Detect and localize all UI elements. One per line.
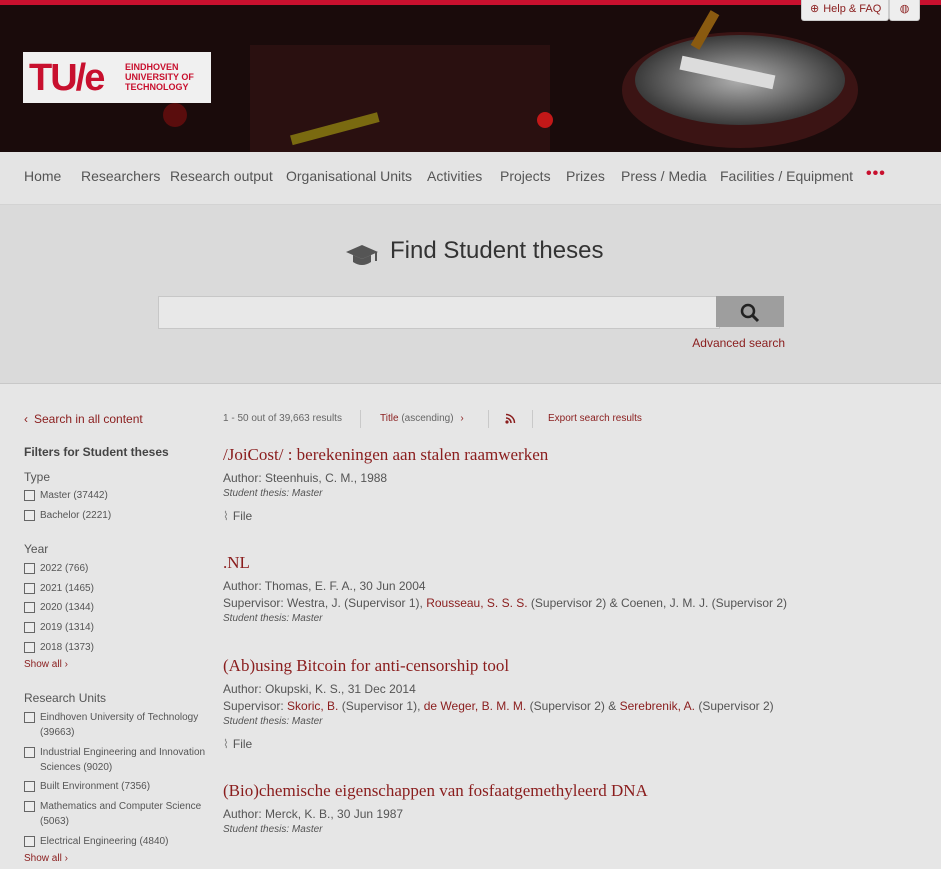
checkbox[interactable] xyxy=(24,712,35,723)
page-title: Find Student theses xyxy=(390,237,604,264)
result-author: Author: Okupski, K. S., 31 Dec 2014 xyxy=(223,682,416,696)
year-show-all-link[interactable]: Show all › xyxy=(24,659,68,670)
nav-press-media[interactable]: Press / Media xyxy=(621,168,707,184)
filter-checkbox[interactable]: 2022 (766) xyxy=(24,561,214,576)
file-link[interactable]: ⌇ File xyxy=(223,737,923,751)
filter-checkbox[interactable]: Master (37442) xyxy=(24,488,214,503)
supervisor-link[interactable]: de Weger, B. M. M. xyxy=(424,699,526,713)
supervisor-link[interactable]: Skoric, B. xyxy=(287,699,338,713)
language-globe-button[interactable]: ◍ xyxy=(889,0,920,21)
help-faq-button[interactable]: ⊕ Help & FAQ xyxy=(801,0,889,21)
nav-projects[interactable]: Projects xyxy=(500,168,551,184)
checkbox[interactable] xyxy=(24,781,35,792)
file-link[interactable]: ⌇ File xyxy=(223,509,923,523)
lifebuoy-icon: ⊕ xyxy=(810,3,820,15)
units-show-all-link[interactable]: Show all › xyxy=(24,853,68,864)
chevron-right-icon: › xyxy=(460,413,464,424)
result-title-link[interactable]: /JoiCost/ : berekeningen aan stalen raam… xyxy=(223,445,923,465)
checkbox[interactable] xyxy=(24,642,35,653)
filter-checkbox[interactable]: Industrial Engineering and Innovation Sc… xyxy=(24,745,214,775)
filter-checkbox[interactable]: 2021 (1465) xyxy=(24,581,214,596)
rss-icon[interactable] xyxy=(505,413,516,427)
filter-checkbox[interactable]: Mathematics and Computer Science (5063) xyxy=(24,799,214,829)
filter-group-research-units: Research Units xyxy=(24,691,107,705)
search-icon xyxy=(740,303,760,323)
checkbox[interactable] xyxy=(24,563,35,574)
filter-checkbox[interactable]: Bachelor (2221) xyxy=(24,508,214,523)
result-type: Student thesis: Master xyxy=(223,824,323,835)
checkbox[interactable] xyxy=(24,622,35,633)
filter-checkbox[interactable]: Electrical Engineering (4840) xyxy=(24,834,214,849)
checkbox[interactable] xyxy=(24,801,35,812)
result-title-link[interactable]: (Bio)chemische eigenschappen van fosfaat… xyxy=(223,781,923,801)
result-author: Author: Steenhuis, C. M., 1988 xyxy=(223,471,388,485)
graduation-cap-icon xyxy=(346,245,378,265)
result-type: Student thesis: Master xyxy=(223,716,323,727)
search-button[interactable] xyxy=(716,296,784,327)
filter-checkbox[interactable]: 2018 (1373) xyxy=(24,640,214,655)
nav-research-output[interactable]: Research output xyxy=(170,168,273,184)
checkbox[interactable] xyxy=(24,747,35,758)
checkbox[interactable] xyxy=(24,490,35,501)
checkbox[interactable] xyxy=(24,510,35,521)
nav-activities[interactable]: Activities xyxy=(427,168,482,184)
supervisor-link[interactable]: Rousseau, S. S. S. xyxy=(426,596,527,610)
result-type: Student thesis: Master xyxy=(223,488,323,499)
result-supervisors: Supervisor: Skoric, B. (Supervisor 1), d… xyxy=(223,699,774,713)
filter-checkbox[interactable]: 2019 (1314) xyxy=(24,620,214,635)
nav-researchers[interactable]: Researchers xyxy=(81,168,160,184)
paperclip-icon: ⌇ xyxy=(223,509,229,523)
result-item: .NL Author: Thomas, E. F. A., 30 Jun 200… xyxy=(223,553,923,626)
checkbox[interactable] xyxy=(24,836,35,847)
nav-more-button[interactable]: ••• xyxy=(866,165,886,183)
result-item: (Bio)chemische eigenschappen van fosfaat… xyxy=(223,781,923,837)
checkbox[interactable] xyxy=(24,583,35,594)
logo-mark: TU/e xyxy=(29,57,105,99)
filters-heading: Filters for Student theses xyxy=(24,445,169,459)
search-input[interactable] xyxy=(158,296,720,329)
globe-icon: ◍ xyxy=(899,3,910,15)
nav-organisational-units[interactable]: Organisational Units xyxy=(286,168,412,184)
search-all-content-link[interactable]: ‹ Search in all content xyxy=(24,412,143,426)
search-section: Find Student theses Advanced search xyxy=(0,205,941,384)
header-banner: TU/e EINDHOVEN UNIVERSITY OF TECHNOLOGY xyxy=(0,5,941,152)
result-item: /JoiCost/ : berekeningen aan stalen raam… xyxy=(223,445,923,523)
checkbox[interactable] xyxy=(24,602,35,613)
divider xyxy=(360,410,361,428)
result-author: Author: Merck, K. B., 30 Jun 1987 xyxy=(223,807,404,821)
sort-dropdown[interactable]: Title (ascending) › xyxy=(380,413,464,424)
supervisor-link[interactable]: Serebrenik, A. xyxy=(620,699,695,713)
main-navigation: Home Researchers Research output Organis… xyxy=(0,152,941,205)
result-type: Student thesis: Master xyxy=(223,613,323,624)
advanced-search-link[interactable]: Advanced search xyxy=(692,336,785,350)
nav-prizes[interactable]: Prizes xyxy=(566,168,605,184)
result-item: (Ab)using Bitcoin for anti-censorship to… xyxy=(223,656,923,751)
nav-facilities-equipment[interactable]: Facilities / Equipment xyxy=(720,168,853,184)
nav-home[interactable]: Home xyxy=(24,168,61,184)
result-count: 1 - 50 out of 39,663 results xyxy=(223,413,342,424)
tue-logo[interactable]: TU/e EINDHOVEN UNIVERSITY OF TECHNOLOGY xyxy=(23,52,211,103)
result-title-link[interactable]: .NL xyxy=(223,553,923,573)
result-author: Author: Thomas, E. F. A., 30 Jun 2004 xyxy=(223,579,426,593)
filter-checkbox[interactable]: Built Environment (7356) xyxy=(24,779,214,794)
filter-checkbox[interactable]: Eindhoven University of Technology (3966… xyxy=(24,710,214,740)
chevron-left-icon: ‹ xyxy=(24,412,28,426)
filter-group-year: Year xyxy=(24,542,49,556)
paperclip-icon: ⌇ xyxy=(223,737,229,751)
filter-group-type: Type xyxy=(24,470,51,484)
divider xyxy=(488,410,489,428)
export-results-link[interactable]: Export search results xyxy=(548,413,642,424)
logo-text: EINDHOVEN UNIVERSITY OF TECHNOLOGY xyxy=(125,62,194,92)
result-title-link[interactable]: (Ab)using Bitcoin for anti-censorship to… xyxy=(223,656,923,676)
result-supervisors: Supervisor: Westra, J. (Supervisor 1), R… xyxy=(223,596,788,610)
filter-checkbox[interactable]: 2020 (1344) xyxy=(24,600,214,615)
divider xyxy=(532,410,533,428)
